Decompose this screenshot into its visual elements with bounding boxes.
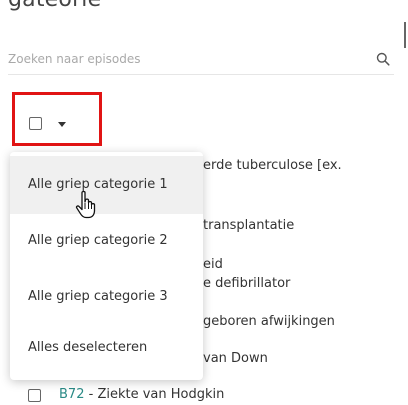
search-icon[interactable] xyxy=(376,52,390,66)
row-checkbox[interactable] xyxy=(28,389,41,402)
list-item-fragment: erde tuberculose [ex. xyxy=(203,158,342,173)
hand-pointer-cursor-icon xyxy=(75,190,96,219)
select-all-control[interactable] xyxy=(12,92,102,146)
code-separator: - xyxy=(84,387,98,402)
episode-code: B72 xyxy=(59,387,85,402)
episode-filter-panel: gateorie erde tuberculose [ex. transplan… xyxy=(0,0,408,405)
list-item-fragment: transplantatie xyxy=(203,218,295,233)
list-item-fragment: eid xyxy=(203,257,223,272)
episode-label: Ziekte van Hodgkin xyxy=(97,387,225,402)
menu-item-deselect-all[interactable]: Alles deselecteren xyxy=(10,319,203,377)
list-item-fragment: e defibrillator xyxy=(203,276,291,291)
select-dropdown-menu: Alle griep categorie 1 Alle griep catego… xyxy=(10,152,203,380)
menu-item-griep-categorie-3[interactable]: Alle griep categorie 3 xyxy=(10,268,203,326)
search-input[interactable] xyxy=(8,46,358,72)
menu-item-griep-categorie-2[interactable]: Alle griep categorie 2 xyxy=(10,212,203,270)
select-all-checkbox[interactable] xyxy=(29,117,42,130)
section-heading: gateorie xyxy=(8,0,101,12)
caret-down-icon[interactable] xyxy=(58,122,66,127)
list-item[interactable]: B72 - Ziekte van Hodgkin xyxy=(59,387,224,402)
list-item-fragment: geboren afwijkingen xyxy=(203,314,335,329)
search-bar xyxy=(8,46,394,75)
menu-item-griep-categorie-1[interactable]: Alle griep categorie 1 xyxy=(10,156,203,214)
scrollbar-edge xyxy=(404,22,406,48)
list-item-fragment: van Down xyxy=(203,351,268,366)
